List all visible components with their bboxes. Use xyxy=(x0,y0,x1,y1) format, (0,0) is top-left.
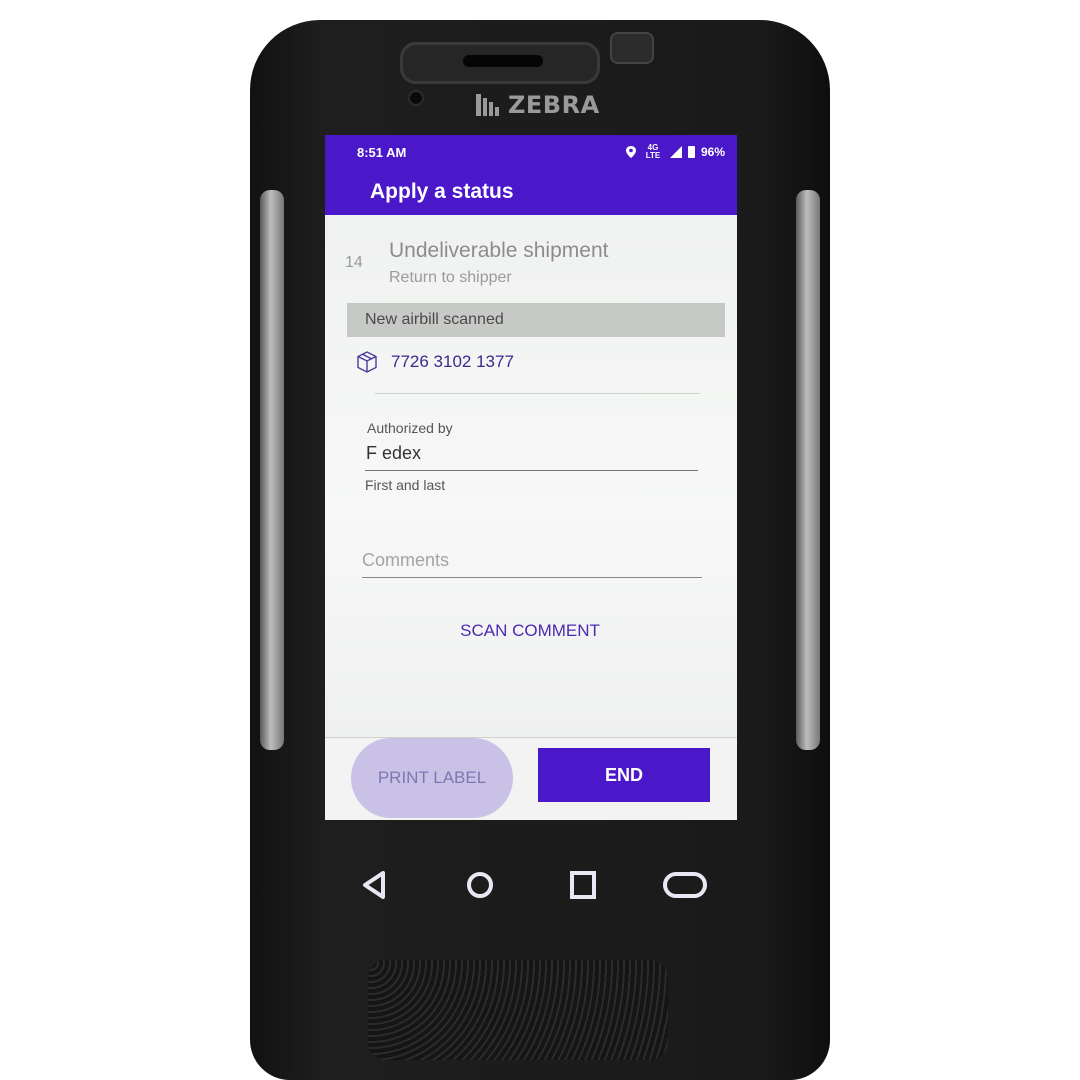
front-camera xyxy=(408,90,424,106)
print-label-button[interactable]: PRINT LABEL xyxy=(351,738,513,818)
recents-icon[interactable] xyxy=(563,865,603,905)
page-title: Apply a status xyxy=(370,180,514,203)
authorized-by-field[interactable]: F edex xyxy=(365,443,698,471)
signal-icon xyxy=(669,146,682,158)
location-icon xyxy=(625,146,636,158)
status-subtitle: Return to shipper xyxy=(389,268,512,286)
battery-level: 96% xyxy=(700,145,725,159)
status-title: Undeliverable shipment xyxy=(389,238,609,262)
back-icon[interactable] xyxy=(355,865,395,905)
comments-field[interactable]: Comments xyxy=(362,550,702,578)
status-icons: 4G LTE 96% xyxy=(625,143,725,160)
airbill-item[interactable]: 7726 3102 1377 xyxy=(355,345,514,379)
airbill-number: 7726 3102 1377 xyxy=(391,352,514,371)
network-type-icon: 4G LTE xyxy=(645,143,661,160)
left-side-rail xyxy=(260,190,284,750)
device-screen: 8:51 AM 4G LTE 96% Apply a status 14 Und… xyxy=(325,135,737,820)
front-sensor xyxy=(610,32,654,64)
status-item[interactable]: 14 Undeliverable shipment Return to ship… xyxy=(345,225,737,300)
right-side-rail xyxy=(796,190,820,750)
scan-comment-button[interactable]: SCAN COMMENT xyxy=(415,617,645,645)
navigation-keys xyxy=(355,865,715,910)
battery-icon xyxy=(687,146,695,158)
zebra-logo-icon xyxy=(476,94,499,116)
brand-logo: ZEBRA xyxy=(472,88,600,122)
app-bar: Apply a status xyxy=(325,169,737,215)
divider xyxy=(375,393,700,394)
end-button[interactable]: END xyxy=(538,748,710,802)
status-texts: Undeliverable shipment Return to shipper xyxy=(389,239,608,287)
clock: 8:51 AM xyxy=(357,144,407,160)
status-code: 14 xyxy=(345,253,363,271)
action-footer: PRINT LABEL END xyxy=(325,737,737,820)
section-label: New airbill scanned xyxy=(365,311,504,328)
bottom-grip xyxy=(368,960,668,1060)
authorized-by-helper: First and last xyxy=(365,477,446,493)
home-icon[interactable] xyxy=(460,865,500,905)
menu-icon[interactable] xyxy=(660,865,710,905)
brand-name: ZEBRA xyxy=(508,91,600,119)
earpiece-speaker xyxy=(400,42,600,84)
package-icon xyxy=(357,351,377,373)
section-header: New airbill scanned xyxy=(347,303,725,337)
authorized-by-label: Authorized by xyxy=(367,420,453,436)
status-bar: 8:51 AM 4G LTE 96% xyxy=(325,135,737,169)
